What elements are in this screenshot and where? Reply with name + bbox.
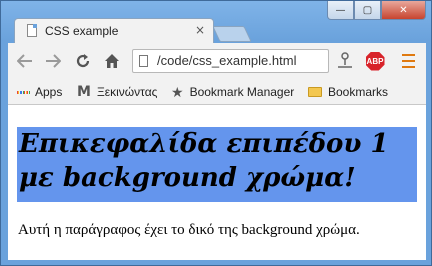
home-icon[interactable]	[101, 51, 123, 71]
browser-window-frame: CSS example × — ▢ ✕ /code/css_example.ht…	[0, 0, 432, 266]
reload-icon[interactable]	[72, 51, 94, 71]
address-url[interactable]: /code/css_example.html	[157, 53, 296, 68]
new-tab-button[interactable]	[212, 26, 252, 42]
page-info-icon[interactable]	[139, 55, 148, 67]
page-content: Επικεφαλίδα επιπέδου 1 με background χρώ…	[8, 105, 426, 260]
bookmarks-bar: Apps M Ξεκινώντας ★ Bookmark Manager Boo…	[8, 79, 426, 105]
forward-arrow-icon[interactable]	[42, 51, 64, 71]
bookmark-label: Ξεκινώντας	[96, 85, 158, 99]
bookmark-folder-bookmarks[interactable]: Bookmarks	[308, 83, 388, 101]
tab-css-example[interactable]: CSS example ×	[14, 18, 214, 43]
adblock-plus-button[interactable]: ABP	[365, 51, 385, 71]
bookmark-label: Apps	[35, 85, 63, 99]
menu-icon[interactable]	[398, 51, 418, 71]
tab-strip: CSS example × — ▢ ✕	[8, 1, 426, 43]
page-paragraph: Αυτή η παράγραφος έχει το δικό της backg…	[18, 222, 360, 238]
bookmark-label: Bookmark Manager	[189, 85, 295, 99]
apps-grid-icon	[17, 86, 29, 98]
adblock-plus-icon: ABP	[365, 51, 385, 71]
folder-icon	[308, 87, 322, 97]
back-arrow-icon[interactable]	[14, 51, 36, 71]
bookmark-getting-started[interactable]: M Ξεκινώντας	[77, 83, 157, 101]
browser-chrome: CSS example × — ▢ ✕ /code/css_example.ht…	[8, 1, 426, 106]
page-favicon-icon	[27, 24, 37, 37]
maximize-button[interactable]: ▢	[354, 1, 381, 20]
browser-toolbar: /code/css_example.html ABP	[8, 43, 426, 79]
m-icon: M	[77, 84, 91, 100]
bookmark-label: Bookmarks	[328, 85, 389, 99]
bookmark-apps[interactable]: Apps	[17, 83, 62, 101]
star-icon: ★	[171, 83, 184, 100]
window-controls: — ▢ ✕	[327, 1, 426, 21]
address-bar[interactable]: /code/css_example.html	[132, 49, 329, 73]
page-heading: Επικεφαλίδα επιπέδου 1 με background χρώ…	[17, 127, 417, 202]
key-icon[interactable]	[335, 51, 355, 71]
close-window-button[interactable]: ✕	[381, 1, 426, 20]
tab-title: CSS example	[45, 24, 119, 38]
minimize-button[interactable]: —	[327, 1, 354, 20]
bookmark-manager[interactable]: ★ Bookmark Manager	[171, 83, 294, 101]
tab-close-icon[interactable]: ×	[195, 23, 205, 37]
